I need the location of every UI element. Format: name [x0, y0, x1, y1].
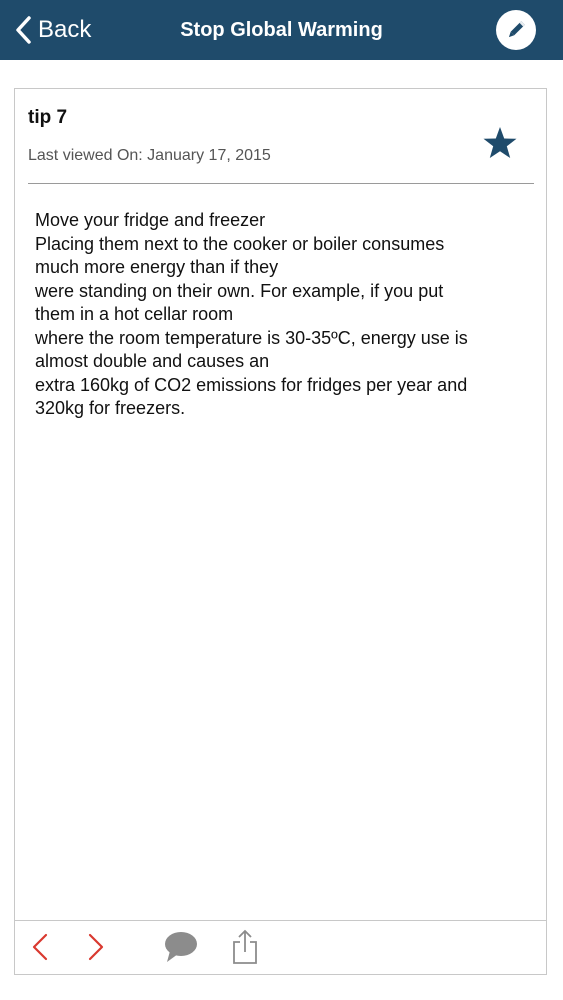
pencil-icon: [508, 21, 525, 38]
next-tip-button[interactable]: [83, 929, 107, 965]
navigation-bar: Back Stop Global Warming: [0, 0, 563, 60]
tip-card: tip 7 Last viewed On: January 17, 2015 M…: [14, 88, 547, 975]
tip-body-line: them in a hot cellar room: [35, 304, 234, 324]
tip-body-line: Placing them next to the cooker or boile…: [35, 233, 445, 254]
bottom-toolbar: [15, 920, 546, 974]
tip-body-line: much more energy than if they: [35, 257, 279, 277]
speech-bubble-icon: [165, 932, 197, 962]
back-button[interactable]: Back: [14, 12, 91, 48]
chevron-right-icon: [88, 933, 104, 961]
tip-body-line: were standing on their own. For example,…: [35, 280, 444, 301]
tip-body-line: extra 160kg of CO2 emissions for fridges…: [35, 374, 468, 395]
edit-button[interactable]: [496, 10, 536, 50]
tip-body-line: Move your fridge and freezer: [35, 210, 266, 230]
tip-body: Move your fridge and freezer Placing the…: [35, 209, 535, 421]
tip-title: tip 7: [28, 107, 68, 128]
chevron-left-icon: [16, 16, 31, 44]
tip-body-line: 320kg for freezers.: [35, 398, 186, 418]
previous-tip-button[interactable]: [29, 929, 53, 965]
star-icon: [483, 127, 517, 158]
back-label: Back: [38, 16, 92, 43]
comment-button[interactable]: [163, 929, 199, 965]
chevron-left-icon: [32, 933, 48, 961]
header-divider: [28, 183, 534, 184]
favorite-button[interactable]: [482, 125, 518, 161]
share-icon: [233, 929, 257, 964]
share-button[interactable]: [230, 929, 260, 965]
tip-body-line: where the room temperature is 30-35ºC, e…: [35, 327, 468, 348]
last-viewed-date: Last viewed On: January 17, 2015: [28, 147, 271, 164]
tip-body-line: almost double and causes an: [35, 351, 270, 371]
